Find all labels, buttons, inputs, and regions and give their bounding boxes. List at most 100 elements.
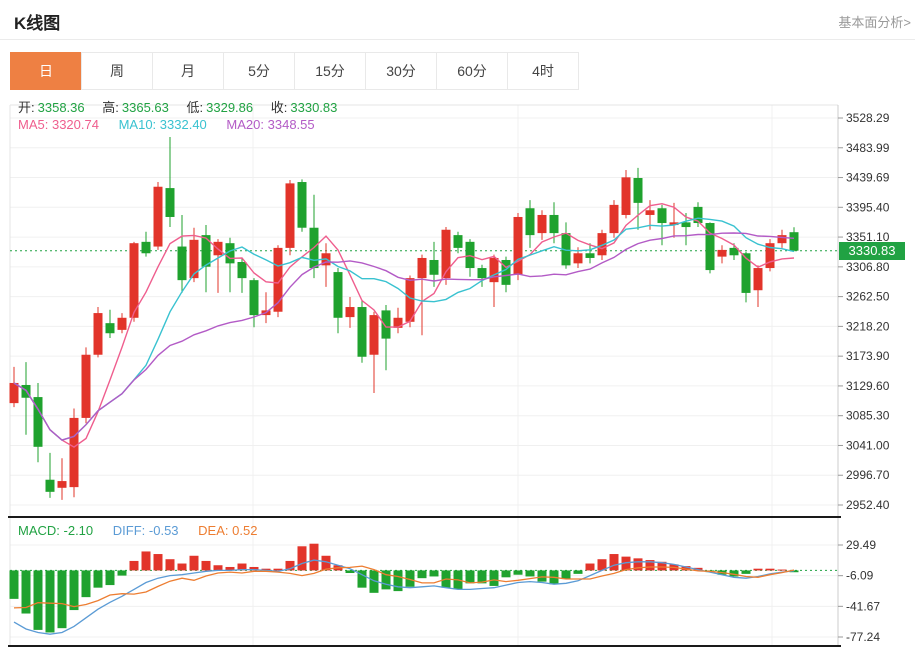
candle-body bbox=[466, 242, 475, 268]
candle-body bbox=[370, 315, 379, 355]
candle-body bbox=[154, 187, 163, 247]
price-axis-label: 3173.90 bbox=[846, 349, 890, 363]
price-axis-label: 3528.29 bbox=[846, 111, 890, 125]
candle-body bbox=[94, 313, 103, 355]
candle-body bbox=[10, 383, 19, 403]
price-axis-label: 3439.69 bbox=[846, 171, 890, 185]
macd-bar bbox=[118, 570, 127, 575]
macd-bar bbox=[46, 570, 55, 632]
diff-line bbox=[14, 560, 794, 634]
candle-body bbox=[526, 208, 535, 235]
macd-bar bbox=[466, 570, 475, 583]
kline-chart: 3528.293483.993439.693395.403351.103306.… bbox=[0, 0, 915, 651]
candle-body bbox=[658, 208, 667, 223]
kline-page: K线图 基本面分析> 日周月5分15分30分60分4时 3528.293483.… bbox=[0, 0, 915, 651]
macd-axis-label: -77.24 bbox=[846, 630, 880, 644]
candle-body bbox=[106, 323, 115, 333]
candle-body bbox=[574, 253, 583, 263]
price-axis-label: 3041.00 bbox=[846, 438, 890, 452]
candle-body bbox=[346, 307, 355, 317]
macd-bars bbox=[10, 544, 799, 633]
macd-bar bbox=[742, 570, 751, 573]
price-axis-label: 3085.30 bbox=[846, 409, 890, 423]
macd-bar bbox=[310, 544, 319, 571]
price-axis-label: 3483.99 bbox=[846, 141, 890, 155]
candle-body bbox=[454, 235, 463, 248]
price-axis-label: 3218.20 bbox=[846, 319, 890, 333]
macd-bar bbox=[130, 561, 139, 570]
candle-body bbox=[178, 247, 187, 281]
candle-body bbox=[82, 355, 91, 418]
macd-bar bbox=[430, 570, 439, 576]
candle-body bbox=[718, 250, 727, 257]
price-axis-label: 3395.40 bbox=[846, 200, 890, 214]
price-axis-label: 2952.40 bbox=[846, 498, 890, 512]
price-axis-label: 3129.60 bbox=[846, 379, 890, 393]
macd-bar bbox=[190, 556, 199, 571]
macd-bar bbox=[574, 570, 583, 573]
candle-body bbox=[550, 215, 559, 233]
macd-bar bbox=[178, 564, 187, 571]
macd-bar bbox=[142, 551, 151, 570]
candle-body bbox=[646, 210, 655, 215]
macd-bar bbox=[298, 546, 307, 570]
macd-bar bbox=[514, 570, 523, 574]
candle-body bbox=[166, 188, 175, 217]
macd-bar bbox=[526, 570, 535, 576]
price-axis-label: 3262.50 bbox=[846, 290, 890, 304]
macd-bar bbox=[70, 570, 79, 610]
candle-body bbox=[610, 205, 619, 233]
macd-axis-label: 29.49 bbox=[846, 538, 876, 552]
macd-bar bbox=[754, 569, 763, 571]
macd-bar bbox=[202, 561, 211, 570]
price-axis-label: 2996.70 bbox=[846, 468, 890, 482]
macd-axis-label: -41.67 bbox=[846, 599, 880, 613]
ma5-line bbox=[14, 204, 794, 447]
candle-body bbox=[430, 260, 439, 275]
candle-body bbox=[790, 232, 799, 251]
candle-body bbox=[538, 215, 547, 233]
macd-bar bbox=[586, 564, 595, 571]
candle-body bbox=[142, 242, 151, 253]
candle-body bbox=[742, 253, 751, 293]
candle-body bbox=[682, 222, 691, 227]
candle-body bbox=[754, 268, 763, 290]
candle-body bbox=[46, 480, 55, 492]
candle-body bbox=[418, 258, 427, 278]
candle-body bbox=[250, 280, 259, 315]
price-axis-label: 3306.80 bbox=[846, 260, 890, 274]
candle-body bbox=[514, 217, 523, 275]
macd-bar bbox=[538, 570, 547, 581]
macd-bar bbox=[394, 570, 403, 591]
macd-bar bbox=[58, 570, 67, 628]
candle-body bbox=[586, 253, 595, 258]
candle-body bbox=[202, 235, 211, 267]
candle-body bbox=[634, 178, 643, 203]
macd-bar bbox=[166, 559, 175, 570]
macd-axis-label: -6.09 bbox=[846, 569, 874, 583]
y-axis: 3528.293483.993439.693395.403351.103306.… bbox=[838, 105, 890, 646]
candle-body bbox=[118, 318, 127, 330]
macd-bar bbox=[82, 570, 91, 597]
candle-body bbox=[478, 268, 487, 278]
macd-bar bbox=[214, 565, 223, 570]
candle-body bbox=[70, 418, 79, 487]
macd-bar bbox=[502, 570, 511, 577]
candle-body bbox=[622, 177, 631, 215]
candle-body bbox=[778, 235, 787, 243]
candle-body bbox=[490, 258, 499, 282]
candle-body bbox=[334, 272, 343, 318]
macd-bar bbox=[94, 570, 103, 587]
macd-bar bbox=[562, 570, 571, 579]
macd-bar bbox=[106, 570, 115, 585]
macd-bar bbox=[10, 570, 19, 598]
candle-body bbox=[58, 481, 67, 488]
candle-body bbox=[286, 183, 295, 248]
macd-bar bbox=[34, 570, 43, 629]
candle-body bbox=[298, 182, 307, 228]
macd-bar bbox=[418, 570, 427, 578]
current-price-tag: 3330.83 bbox=[839, 242, 905, 260]
macd-bar bbox=[610, 554, 619, 570]
candle-body bbox=[238, 262, 247, 278]
macd-bar bbox=[778, 570, 787, 571]
